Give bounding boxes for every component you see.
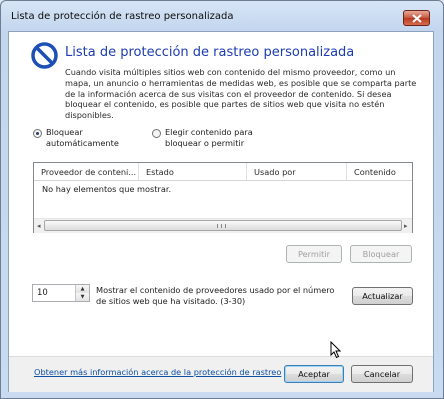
dialog-window: Lista de protección de rastreo personali…: [0, 0, 444, 399]
scroll-left-icon[interactable]: ◂: [37, 222, 41, 230]
site-count-value[interactable]: 10: [37, 288, 48, 298]
spinner-down-icon[interactable]: ▼: [76, 293, 89, 301]
mouse-cursor-icon: [330, 341, 342, 359]
block-button[interactable]: Bloquear: [350, 245, 412, 263]
dialog-description: Cuando visita múltiples sitios web con c…: [65, 67, 417, 121]
cancel-button[interactable]: Cancelar: [351, 365, 413, 383]
site-count-spinner[interactable]: 10 ▲ ▼: [32, 284, 90, 302]
radio-block-label-line2: automáticamente: [46, 137, 119, 148]
scrollbar-thumb[interactable]: [44, 220, 402, 231]
refresh-button[interactable]: Actualizar: [352, 287, 413, 305]
column-provider[interactable]: Proveedor de conteni...: [41, 167, 136, 177]
scroll-right-icon[interactable]: ▸: [404, 222, 408, 230]
site-count-description: Mostrar el contenido de proveedores usad…: [96, 285, 335, 306]
radio-choose-label-line2: bloquear o permitir: [165, 137, 245, 148]
column-content[interactable]: Contenido: [354, 167, 396, 177]
list-header: Proveedor de conteni... Estado Usado por…: [34, 163, 412, 181]
spinner-buttons: ▲ ▼: [75, 285, 89, 301]
window-title: Lista de protección de rastreo personali…: [11, 11, 234, 22]
column-status[interactable]: Estado: [146, 167, 174, 177]
radio-block-automatically-label[interactable]: Bloquear automáticamente: [46, 127, 119, 148]
dialog-content: Lista de protección de rastreo personali…: [8, 31, 434, 392]
allow-button[interactable]: Permitir: [286, 245, 342, 263]
learn-more-link[interactable]: Obtener más información acerca de la pro…: [34, 367, 281, 377]
grip-icon: [217, 224, 226, 228]
list-empty-message: No hay elementos que mostrar.: [42, 184, 172, 194]
ok-button[interactable]: Aceptar: [284, 365, 344, 383]
radio-block-label-line1: Bloquear: [46, 127, 83, 137]
horizontal-scrollbar[interactable]: ◂ ▸: [34, 218, 412, 233]
dialog-heading: Lista de protección de rastreo personali…: [65, 45, 355, 60]
close-icon: [412, 14, 422, 23]
close-button[interactable]: [403, 10, 430, 26]
column-used-by[interactable]: Usado por: [254, 167, 296, 177]
dialog-footer: Obtener más información acerca de la pro…: [9, 356, 433, 392]
blocked-icon: [31, 42, 58, 69]
radio-choose-content-label[interactable]: Elegir contenido para bloquear o permiti…: [165, 127, 253, 148]
radio-block-automatically[interactable]: [33, 129, 42, 138]
title-bar[interactable]: Lista de protección de rastreo personali…: [1, 1, 443, 31]
radio-choose-label-line1: Elegir contenido para: [165, 127, 253, 137]
provider-list[interactable]: Proveedor de conteni... Estado Usado por…: [33, 162, 413, 233]
radio-choose-content[interactable]: [152, 129, 161, 138]
